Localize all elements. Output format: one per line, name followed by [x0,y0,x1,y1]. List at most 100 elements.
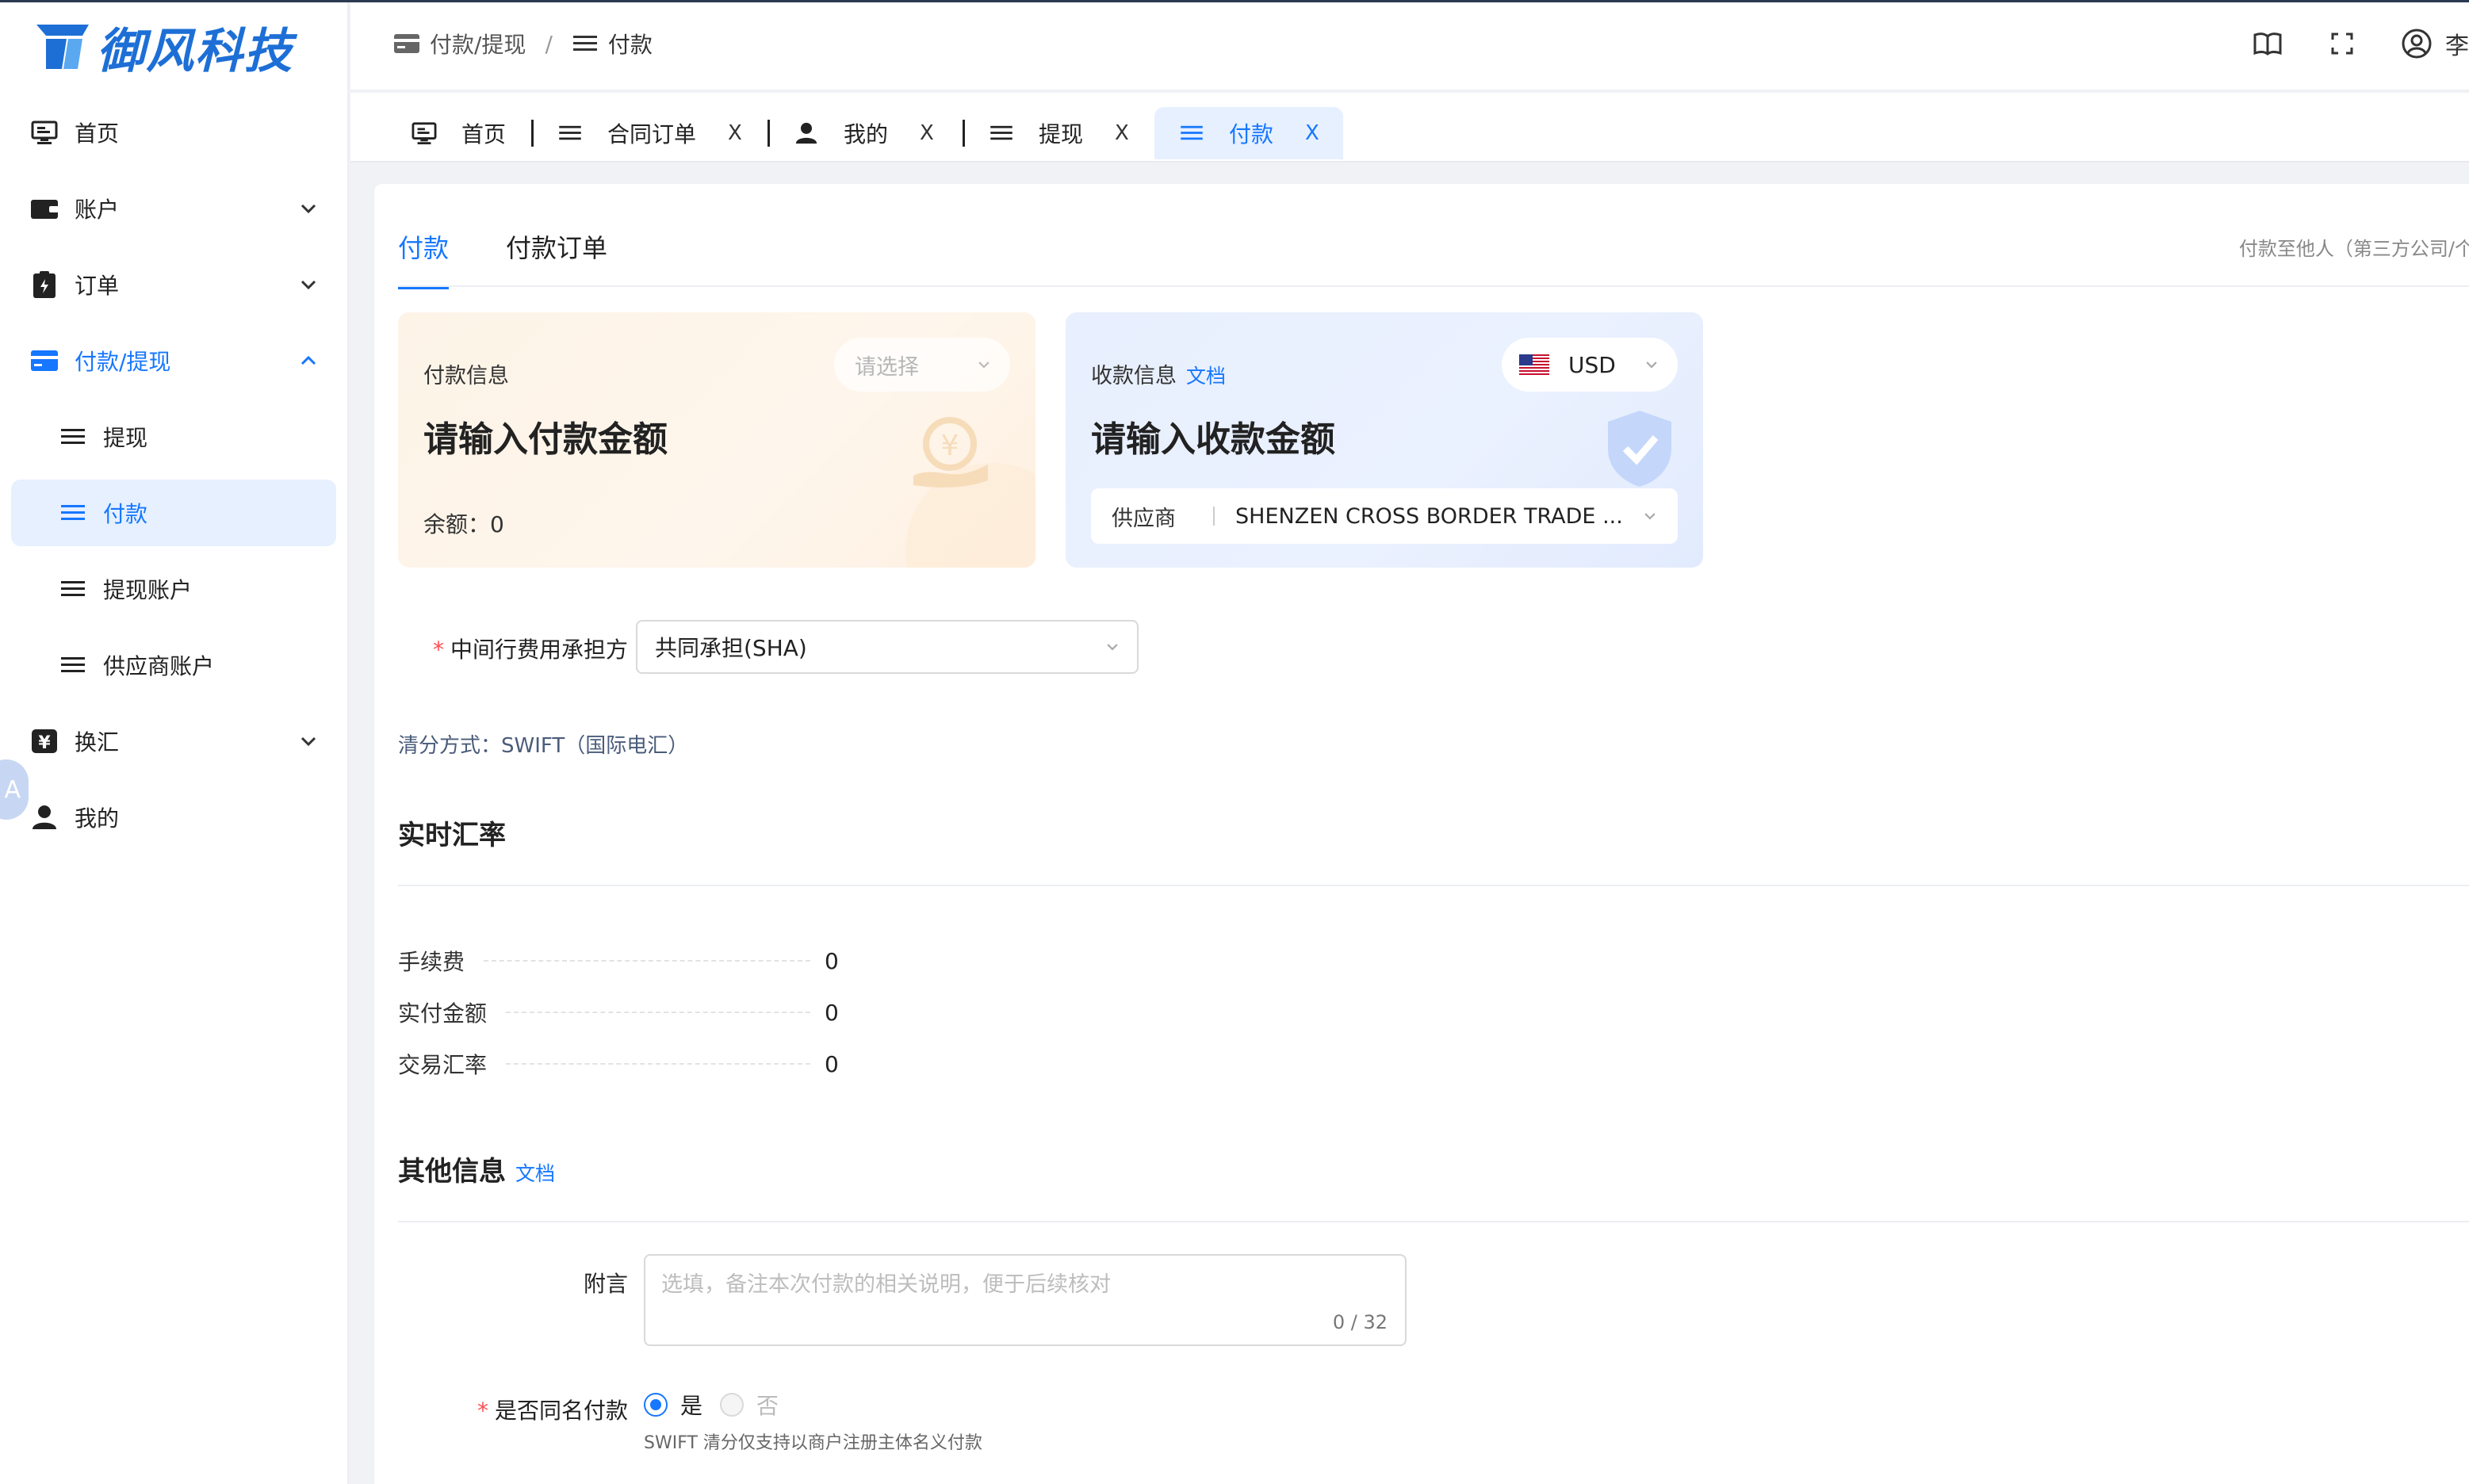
tab-divider [767,120,770,147]
sidebar-item-label: 我的 [75,805,120,832]
list-icon [59,499,87,527]
close-icon[interactable]: X [920,121,934,145]
list-icon [1178,120,1205,147]
balance-label: 余额： [423,511,491,537]
balance: 余额：0 [423,507,504,539]
doc-link[interactable]: 文档 [515,1162,555,1185]
breadcrumb-separator: / [545,30,553,57]
sidebar-item-orders[interactable]: 订单 [11,251,336,318]
book-icon[interactable] [2250,26,2285,61]
brand-name: 御风科技 [97,23,293,79]
fee-row: 手续费 0 [398,945,874,977]
tab-home[interactable]: 首页 [411,107,506,159]
radio-checked-icon [644,1393,668,1417]
receive-info-title: 收款信息 文档 [1091,358,1226,389]
yen-icon: ¥ [30,727,59,755]
tab-payment[interactable]: 付款 X [1154,107,1343,159]
sidebar-item-account[interactable]: 账户 [11,175,336,242]
same-name-hint: SWIFT 清分仅支持以商户注册主体名义付款 [644,1433,982,1453]
payment-account-select[interactable]: 请选择 [834,338,1010,392]
user-name[interactable]: 李 [2445,26,2469,61]
list-icon [572,30,599,57]
sidebar-item-payment-withdraw[interactable]: 付款/提现 [11,327,336,394]
exchange-rate-label: 交易汇率 [398,1052,488,1078]
user-icon [793,120,820,147]
sidebar-item-payment[interactable]: 付款 [11,480,336,546]
realtime-rate-title: 实时汇率 [398,820,506,851]
tab-divider [963,120,965,147]
currency-value: USD [1568,351,1616,378]
tab-payment-orders[interactable]: 付款订单 [506,228,607,289]
leader-dots [506,1063,811,1065]
sidebar-item-label: 换汇 [75,729,120,755]
tab-contract-orders[interactable]: 合同订单 X [557,107,742,159]
chevron-up-icon [300,355,316,365]
shield-check-icon [1608,411,1671,487]
close-icon[interactable]: X [1115,121,1129,145]
breadcrumb-parent[interactable]: 付款/提现 [430,28,526,59]
tab-withdraw[interactable]: 提现 X [988,107,1129,159]
supplier-select[interactable]: 供应商 SHENZEN CROSS BORDER TRADE ... [1091,488,1678,544]
coin-hand-icon: ¥ [913,417,988,488]
svg-text:¥: ¥ [941,430,959,462]
fee-bearer-value: 共同承担(SHA) [655,635,807,661]
radio-yes[interactable]: 是 [644,1389,702,1421]
tab-label: 提现 [1039,121,1084,147]
tab-payment-form[interactable]: 付款 [398,228,450,289]
chevron-down-icon [1107,644,1118,651]
tab-mine[interactable]: 我的 X [793,107,934,159]
remark-label: 附言 [583,1271,628,1297]
fee-bearer-select[interactable]: 共同承担(SHA) [636,620,1139,674]
actual-amount-row: 实付金额 0 [398,996,874,1028]
close-icon[interactable]: X [728,121,742,145]
sidebar: 御风科技 首页 账户 订单 付款/提现 提现 付款 提现账户 供应商账户 ¥ 换… [0,2,349,1484]
close-icon[interactable]: X [1305,121,1319,145]
fee-label: 手续费 [398,949,465,975]
char-counter: 0 / 32 [1332,1311,1388,1333]
third-party-payment-link[interactable]: 付款至他人（第三方公司/个 [2239,233,2469,261]
brand-logo[interactable]: 御风科技 [35,17,293,79]
sidebar-item-withdraw[interactable]: 提现 [11,404,336,470]
sidebar-item-withdraw-account[interactable]: 提现账户 [11,556,336,622]
receive-info-label: 收款信息 [1091,364,1177,388]
remark-placeholder: 选填，备注本次付款的相关说明，便于后续核对 [661,1272,1111,1297]
user-avatar-icon[interactable] [2399,26,2434,61]
inner-tabs: 付款 付款订单 [398,228,664,289]
divider [398,285,2469,287]
list-icon [988,120,1015,147]
same-name-label-text: 是否同名付款 [494,1398,628,1424]
remark-textarea[interactable]: 选填，备注本次付款的相关说明，便于后续核对 0 / 32 [644,1254,1407,1346]
doc-link[interactable]: 文档 [1186,365,1226,388]
chevron-down-icon [1644,513,1656,520]
payment-amount-input[interactable]: 请输入付款金额 [423,411,668,461]
radio-no[interactable]: 否 [720,1389,779,1421]
sidebar-item-label: 供应商账户 [103,653,215,679]
sidebar-item-exchange[interactable]: ¥ 换汇 [11,708,336,775]
other-info-title-text: 其他信息 [398,1156,506,1188]
fee-value: 0 [825,947,839,974]
svg-text:¥: ¥ [38,733,51,753]
sidebar-item-label: 付款 [103,501,148,527]
fee-bearer-label: * 中间行费用承担方 [406,633,628,664]
card-icon [30,346,59,375]
sidebar-item-label: 订单 [75,273,120,299]
leader-dots [506,1012,811,1013]
chevron-down-icon [1646,361,1657,369]
divider [398,885,2469,886]
currency-select[interactable]: USD [1502,338,1678,392]
breadcrumb-current: 付款 [607,32,653,58]
user-icon [30,803,59,832]
select-placeholder: 请选择 [855,354,919,380]
exchange-rate-row: 交易汇率 0 [398,1048,874,1080]
payment-info-title: 付款信息 [423,364,509,388]
divider [1213,507,1215,526]
header-actions: 李 [2250,26,2469,61]
receive-amount-input[interactable]: 请输入收款金额 [1091,411,1335,461]
same-name-label: * 是否同名付款 [406,1394,628,1425]
sidebar-item-supplier-account[interactable]: 供应商账户 [11,632,336,698]
sidebar-item-mine[interactable]: 我的 [11,784,336,851]
wallet-icon [30,194,59,223]
sidebar-item-home[interactable]: 首页 [11,99,336,166]
fullscreen-icon[interactable] [2325,26,2360,61]
payment-info-card: 付款信息 请选择 请输入付款金额 ¥ 余额：0 [398,312,1035,568]
